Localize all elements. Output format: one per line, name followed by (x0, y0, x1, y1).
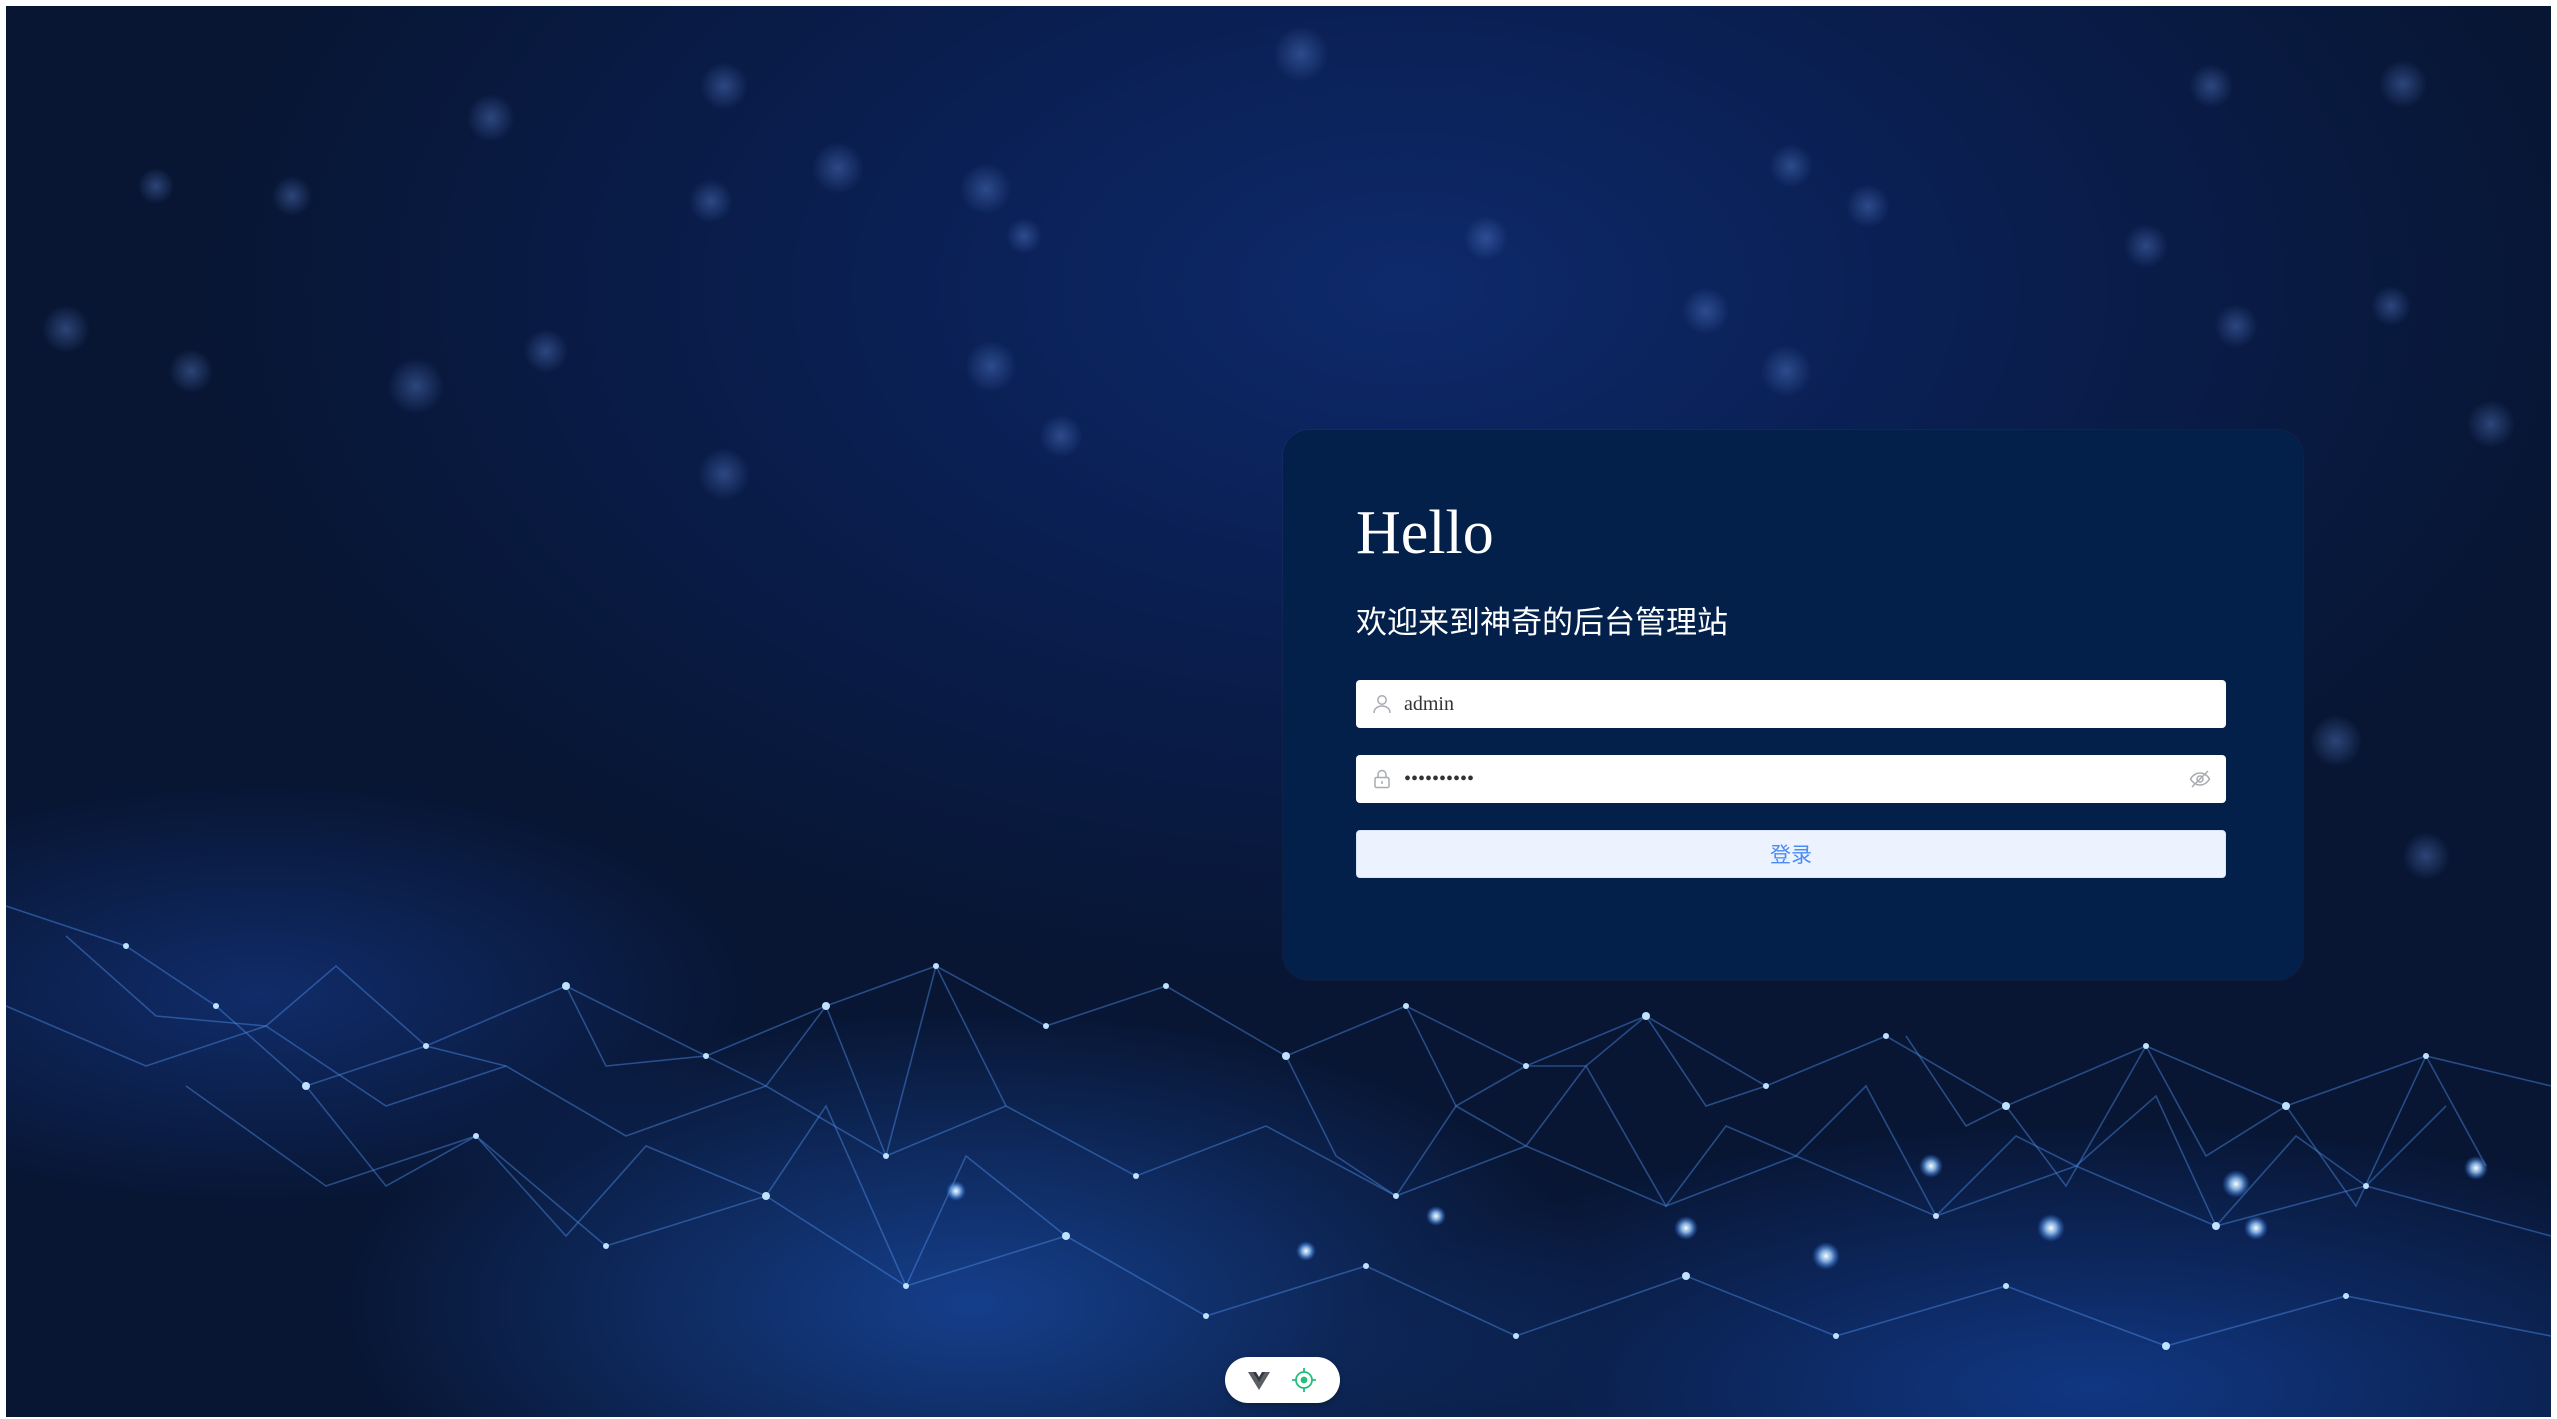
welcome-subtitle: 欢迎来到神奇的后台管理站 (1356, 605, 1728, 641)
password-input[interactable] (1404, 755, 2164, 803)
username-field[interactable] (1356, 680, 2226, 728)
password-field[interactable] (1356, 755, 2226, 803)
login-card: Hello 欢迎来到神奇的后台管理站 登录 (1283, 430, 2303, 980)
vue-devtools-bar (1225, 1357, 1340, 1403)
glow-nodes (946, 1154, 2488, 1270)
login-page: Hello 欢迎来到神奇的后台管理站 登录 (6, 6, 2551, 1417)
user-icon (1373, 695, 1391, 714)
mesh-nodes (123, 943, 2429, 1350)
lock-icon (1374, 769, 1390, 789)
inspect-target-icon[interactable] (1289, 1365, 1319, 1395)
eye-slash-icon[interactable] (2188, 767, 2212, 791)
login-button[interactable]: 登录 (1356, 830, 2226, 878)
greeting-heading: Hello (1356, 499, 1494, 567)
username-input[interactable] (1404, 680, 2164, 728)
vue-logo-icon[interactable] (1244, 1365, 1274, 1395)
